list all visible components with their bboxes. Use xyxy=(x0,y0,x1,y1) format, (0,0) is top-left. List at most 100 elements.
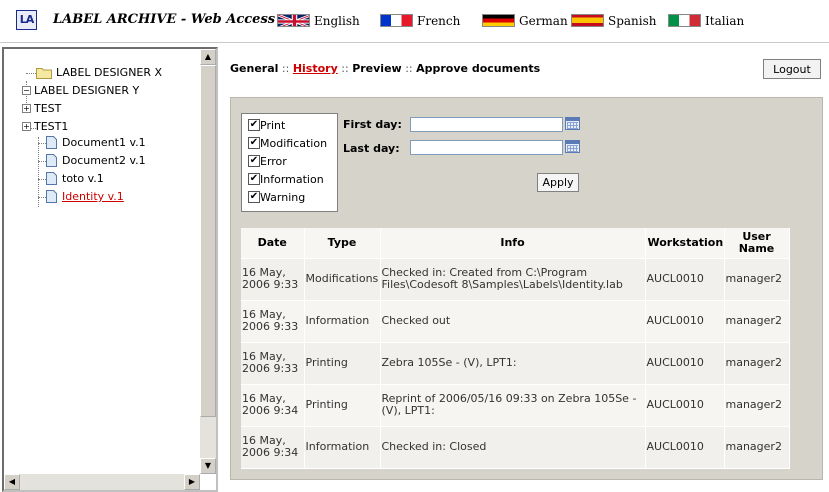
tree-item-label: toto v.1 xyxy=(62,172,104,185)
cell-info: Reprint of 2006/05/16 09:33 on Zebra 105… xyxy=(380,384,646,427)
tree-item-label-selected[interactable]: Identity v.1 xyxy=(62,189,124,205)
spain-flag-icon xyxy=(571,14,604,27)
tab-general[interactable]: General xyxy=(230,62,278,75)
expand-icon[interactable]: + xyxy=(22,104,31,113)
first-day-label: First day: xyxy=(343,118,402,131)
tree-item-label: LABEL DESIGNER Y xyxy=(34,84,140,97)
scroll-thumb[interactable] xyxy=(200,65,216,417)
tree-item-document1[interactable]: Document1 v.1 xyxy=(46,135,196,151)
cell-date: 16 May, 2006 9:33 xyxy=(241,258,305,301)
collapse-icon[interactable]: − xyxy=(22,86,31,95)
language-label: Italian xyxy=(705,14,745,28)
cell-type: Printing xyxy=(304,342,381,385)
checkbox-label: Error xyxy=(260,155,287,168)
calendar-icon[interactable] xyxy=(565,140,580,153)
document-icon xyxy=(46,154,57,167)
apply-button[interactable]: Apply xyxy=(537,173,579,192)
cell-date: 16 May, 2006 9:33 xyxy=(241,300,305,343)
last-day-input[interactable] xyxy=(410,140,563,155)
scroll-right-arrow-icon[interactable]: ▶ xyxy=(184,474,200,490)
tree-item-test[interactable]: + TEST xyxy=(22,101,196,117)
calendar-icon[interactable] xyxy=(565,117,580,130)
checkbox-label: Information xyxy=(260,173,324,186)
cell-info: Checked in: Created from C:\Program File… xyxy=(380,258,646,301)
scroll-down-arrow-icon[interactable]: ▼ xyxy=(200,458,216,474)
cell-info: Zebra 105Se - (V), LPT1: xyxy=(380,342,646,385)
checkbox-label: Modification xyxy=(260,137,328,150)
italy-flag-icon xyxy=(668,14,701,27)
column-header-info: Info xyxy=(380,228,646,259)
cell-user: manager2 xyxy=(724,300,790,343)
cell-type: Printing xyxy=(304,384,381,427)
cell-info: Checked out xyxy=(380,300,646,343)
table-row: 16 May, 2006 9:33 Information Checked ou… xyxy=(241,300,790,343)
table-row: 16 May, 2006 9:34 Printing Reprint of 20… xyxy=(241,384,790,427)
france-flag-icon xyxy=(380,14,413,27)
language-label: Spanish xyxy=(608,14,657,28)
cell-workstation: AUCL0010 xyxy=(645,258,725,301)
tree-item-label-designer-y[interactable]: − LABEL DESIGNER Y xyxy=(22,83,196,99)
document-tree: LABEL DESIGNER X − LABEL DESIGNER Y + TE… xyxy=(4,49,200,474)
cell-date: 16 May, 2006 9:34 xyxy=(241,384,305,427)
tab-approve-documents[interactable]: Approve documents xyxy=(416,62,540,75)
history-table: Date Type Info Workstation User Name 16 … xyxy=(241,228,790,469)
language-label: English xyxy=(314,14,360,28)
language-label: German xyxy=(519,14,568,28)
document-icon xyxy=(46,190,57,203)
expand-icon[interactable]: + xyxy=(22,122,31,131)
table-row: 16 May, 2006 9:33 Modifications Checked … xyxy=(241,258,790,301)
tree-item-test1[interactable]: + TEST1 xyxy=(22,119,196,135)
folder-icon xyxy=(36,68,52,79)
cell-type: Information xyxy=(304,426,381,469)
germany-flag-icon xyxy=(482,14,515,27)
checkbox-error[interactable]: ✔ xyxy=(248,155,260,167)
document-tabs: General :: History :: Preview :: Approve… xyxy=(230,62,540,75)
tree-item-label: TEST1 xyxy=(34,120,69,133)
tab-preview[interactable]: Preview xyxy=(352,62,402,75)
cell-workstation: AUCL0010 xyxy=(645,384,725,427)
tab-separator: :: xyxy=(341,62,349,75)
checkbox-modification[interactable]: ✔ xyxy=(248,137,260,149)
cell-user: manager2 xyxy=(724,426,790,469)
tree-item-label: TEST xyxy=(34,102,62,115)
tree-item-identity[interactable]: Identity v.1 xyxy=(46,189,196,205)
checkbox-information[interactable]: ✔ xyxy=(248,173,260,185)
cell-workstation: AUCL0010 xyxy=(645,300,725,343)
first-day-input[interactable] xyxy=(410,117,563,132)
table-header-row: Date Type Info Workstation User Name xyxy=(241,228,790,259)
uk-flag-icon xyxy=(277,14,310,27)
table-row: 16 May, 2006 9:34 Information Checked in… xyxy=(241,426,790,469)
cell-user: manager2 xyxy=(724,258,790,301)
scroll-up-arrow-icon[interactable]: ▲ xyxy=(200,49,216,65)
language-label: French xyxy=(417,14,461,28)
tab-history[interactable]: History xyxy=(293,62,338,75)
tree-item-label: Document1 v.1 xyxy=(62,136,146,149)
cell-user: manager2 xyxy=(724,384,790,427)
cell-type: Modifications xyxy=(304,258,381,301)
logout-button[interactable]: Logout xyxy=(763,59,821,79)
tree-vertical-scrollbar[interactable]: ▲ ▼ xyxy=(200,49,216,474)
cell-date: 16 May, 2006 9:34 xyxy=(241,426,305,469)
checkbox-print[interactable]: ✔ xyxy=(248,119,260,131)
app-logo: LA xyxy=(16,10,37,30)
cell-type: Information xyxy=(304,300,381,343)
column-header-workstation: Workstation xyxy=(645,228,725,259)
checkbox-label: Warning xyxy=(260,191,306,204)
tree-horizontal-scrollbar[interactable]: ◀ ▶ xyxy=(4,474,200,490)
checkbox-warning[interactable]: ✔ xyxy=(248,191,260,203)
column-header-user-name: User Name xyxy=(724,228,790,259)
document-tree-pane: LABEL DESIGNER X − LABEL DESIGNER Y + TE… xyxy=(2,47,218,492)
document-icon xyxy=(46,172,57,185)
tab-separator: :: xyxy=(281,62,290,75)
checkbox-label: Print xyxy=(260,119,286,132)
cell-workstation: AUCL0010 xyxy=(645,426,725,469)
scroll-left-arrow-icon[interactable]: ◀ xyxy=(4,474,20,490)
tree-item-label-designer-x[interactable]: LABEL DESIGNER X xyxy=(26,65,196,81)
app-title: LABEL ARCHIVE - Web Access xyxy=(53,12,276,27)
cell-user: manager2 xyxy=(724,342,790,385)
last-day-label: Last day: xyxy=(343,142,400,155)
tree-item-toto[interactable]: toto v.1 xyxy=(46,171,196,187)
cell-info: Checked in: Closed xyxy=(380,426,646,469)
document-icon xyxy=(46,136,57,149)
tree-item-document2[interactable]: Document2 v.1 xyxy=(46,153,196,169)
